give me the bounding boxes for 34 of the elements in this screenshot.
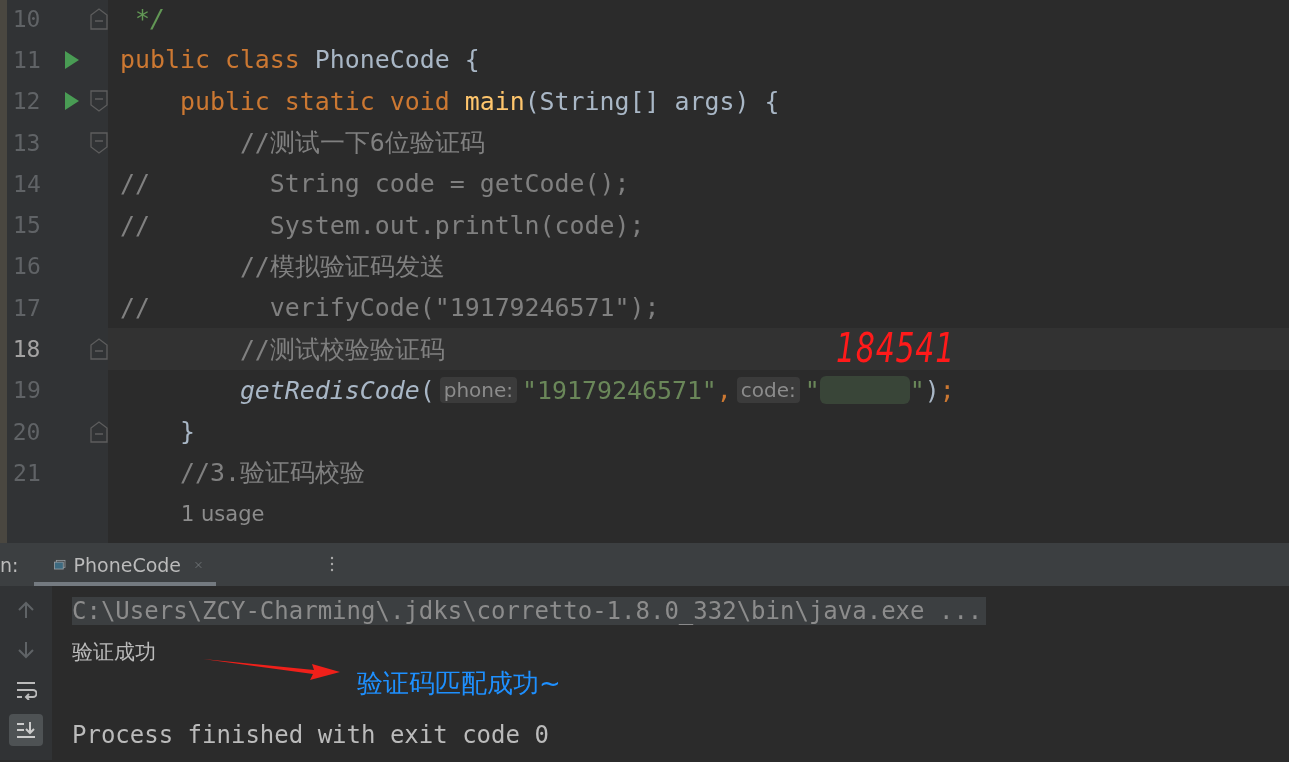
code-line: public class PhoneCode { xyxy=(119,45,480,75)
handwritten-annotation: 184541 xyxy=(836,328,956,368)
code-line: //模拟验证码发送 xyxy=(238,250,445,283)
scroll-to-end-icon xyxy=(15,720,37,740)
soft-wrap-icon[interactable] xyxy=(15,680,37,700)
code-line: // String code = getCode(); xyxy=(119,169,630,199)
annotation-note: 验证码匹配成功~ xyxy=(357,667,561,700)
fold-icon[interactable] xyxy=(90,131,108,154)
code-line: //测试校验验证码 xyxy=(238,333,445,366)
console-output: Process finished with exit code 0 xyxy=(72,721,549,750)
fold-icon[interactable] xyxy=(90,90,108,113)
line-number: 18 xyxy=(11,336,41,362)
code-line: } xyxy=(178,417,195,447)
up-arrow-icon[interactable] xyxy=(16,600,36,620)
code-line: // System.out.println(code); xyxy=(119,210,645,240)
usage-hint[interactable]: 1 usage xyxy=(181,502,265,527)
code-line: //测试一下6位验证码 xyxy=(238,127,485,160)
code-line: // verifyCode("19179246571"); xyxy=(119,293,660,323)
code-line: getRedisCode( phone: "19179246571", code: " "); xyxy=(238,375,955,405)
run-icon[interactable] xyxy=(64,49,81,70)
fold-icon[interactable] xyxy=(90,7,108,30)
console-tab[interactable]: PhoneCode xyxy=(34,543,216,586)
code-line: */ xyxy=(134,4,165,34)
fold-icon[interactable] xyxy=(90,338,108,360)
fold-icon[interactable] xyxy=(90,420,108,443)
code-line: public static void main(String[] args) { xyxy=(178,86,780,116)
scroll-to-end-button[interactable] xyxy=(9,714,43,746)
down-arrow-icon[interactable] xyxy=(16,640,36,660)
code-line: //3.验证码校验 xyxy=(178,457,365,490)
more-icon[interactable] xyxy=(330,556,334,572)
panel-label: n: xyxy=(0,553,20,576)
run-icon[interactable] xyxy=(63,91,80,112)
console-output: 验证成功 xyxy=(72,639,156,667)
console-command: C:\Users\ZCY-Charming\.jdks\corretto-1.8.0_332\bin\java.exe ... xyxy=(72,596,987,625)
